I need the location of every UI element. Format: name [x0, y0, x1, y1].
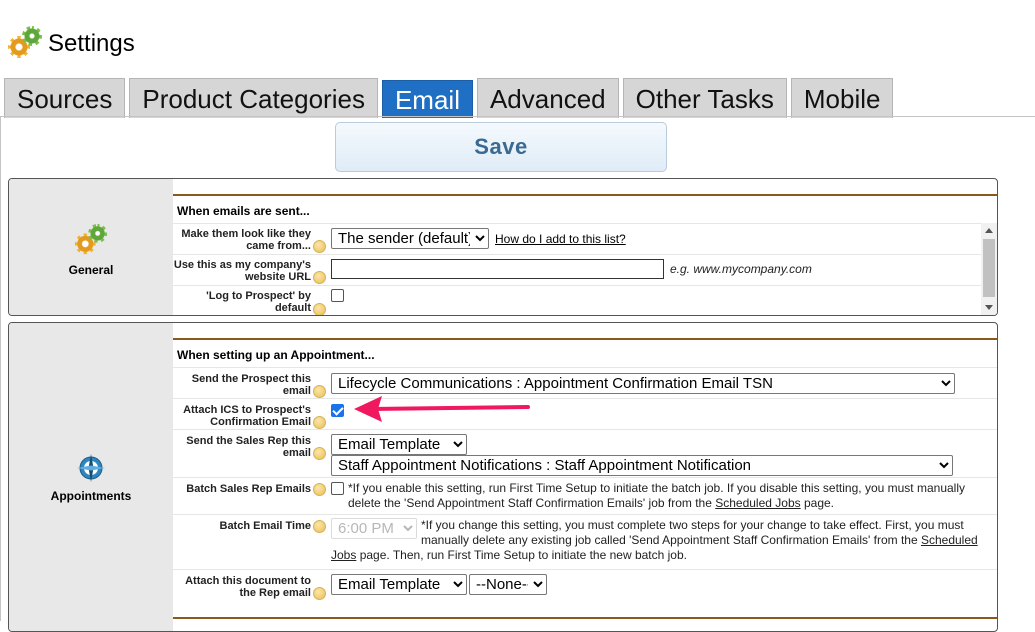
appointments-side: Appointments: [9, 323, 173, 631]
help-icon[interactable]: [313, 447, 326, 460]
appointments-panel: Appointments When setting up an Appointm…: [8, 322, 998, 632]
batch-emails-checkbox[interactable]: [331, 482, 344, 495]
batch-time-label: Batch Email Time: [219, 520, 312, 532]
page-title: Settings: [48, 30, 135, 57]
help-icon[interactable]: [313, 587, 326, 600]
url-label: Use this as my company's website URL: [173, 259, 311, 283]
tab-advanced[interactable]: Advanced: [476, 78, 619, 118]
help-icon[interactable]: [313, 520, 326, 533]
help-icon[interactable]: [313, 416, 326, 429]
attach-ics-label: Attach ICS to Prospect's Confirmation Em…: [183, 404, 311, 428]
send-prospect-row: Send the Prospect this email Lifecycle C…: [173, 367, 997, 398]
help-icon[interactable]: [313, 385, 326, 398]
general-scrollbar[interactable]: [981, 223, 997, 315]
batch-note: *If you enable this setting, run First T…: [348, 481, 965, 510]
section-rule: [173, 338, 997, 340]
appointments-label: Appointments: [50, 489, 132, 503]
section-title: When setting up an Appointment...: [177, 348, 375, 362]
url-example: e.g. www.mycompany.com: [670, 262, 812, 276]
attach-ics-checkbox[interactable]: [331, 404, 344, 417]
section-title: When emails are sent...: [177, 204, 310, 218]
batch-time-note: *If you change this setting, you must co…: [331, 518, 978, 562]
general-gears-icon: [73, 223, 109, 258]
send-prospect-label: Send the Prospect this email: [191, 373, 311, 397]
tab-product-categories[interactable]: Product Categories: [129, 78, 378, 118]
attach-doc-type-select[interactable]: Email Template: [331, 574, 467, 595]
send-rep-row: Send the Sales Rep this email Email Temp…: [173, 429, 997, 477]
sender-select[interactable]: The sender (default): [331, 228, 489, 249]
batch-time-row: Batch Email Time 6:00 PM *If you change …: [173, 514, 997, 569]
page-header: Settings: [6, 24, 135, 64]
tab-email[interactable]: Email: [381, 80, 473, 118]
help-icon[interactable]: [313, 483, 326, 496]
settings-gears-icon: [6, 26, 44, 62]
prospect-email-select[interactable]: Lifecycle Communications : Appointment C…: [331, 373, 955, 394]
scroll-thumb[interactable]: [983, 239, 995, 297]
batch-row: Batch Sales Rep Emails *If you enable th…: [173, 477, 997, 514]
attach-doc-select[interactable]: --None--: [469, 574, 547, 595]
rep-email-type-select[interactable]: Email Template: [331, 434, 467, 455]
section-rule: [173, 194, 997, 196]
batch-label: Batch Sales Rep Emails: [186, 483, 311, 495]
help-icon[interactable]: [313, 240, 326, 253]
compass-icon: [77, 454, 105, 482]
log-to-prospect-checkbox[interactable]: [331, 289, 344, 302]
add-to-list-link[interactable]: How do I add to this list?: [495, 232, 626, 246]
log-row: 'Log to Prospect' by default: [173, 285, 997, 315]
save-button[interactable]: Save: [335, 122, 667, 172]
help-icon[interactable]: [313, 303, 326, 315]
scroll-down-icon[interactable]: [985, 305, 993, 310]
scroll-up-icon[interactable]: [985, 228, 993, 233]
tab-divider: [0, 116, 1035, 117]
rep-email-select[interactable]: Staff Appointment Notifications : Staff …: [331, 455, 953, 476]
general-body: When emails are sent... Make them look l…: [173, 179, 997, 315]
appointments-body: When setting up an Appointment... Send t…: [173, 323, 997, 631]
tab-sources[interactable]: Sources: [4, 78, 126, 118]
batch-time-select[interactable]: 6:00 PM: [331, 518, 417, 539]
send-rep-label: Send the Sales Rep this email: [186, 435, 311, 459]
sender-label: Make them look like they came from...: [181, 228, 311, 252]
scheduled-jobs-link[interactable]: Scheduled Jobs: [715, 496, 800, 510]
url-row: Use this as my company's website URL e.g…: [173, 254, 997, 285]
log-label: 'Log to Prospect' by default: [206, 290, 311, 314]
content-border: [0, 116, 1, 621]
general-label: General: [68, 263, 114, 277]
attach-doc-row: Attach this document to the Rep email Em…: [173, 569, 997, 605]
tab-other-tasks[interactable]: Other Tasks: [622, 78, 787, 118]
annotation-arrow-icon: [354, 396, 530, 422]
help-icon[interactable]: [313, 271, 326, 284]
general-side: General: [9, 179, 173, 315]
website-url-input[interactable]: [331, 259, 664, 279]
section-rule: [173, 617, 997, 619]
settings-tabs: Sources Product Categories Email Advance…: [4, 78, 894, 118]
tab-mobile[interactable]: Mobile: [790, 78, 894, 118]
attach-ics-row: Attach ICS to Prospect's Confirmation Em…: [173, 398, 997, 429]
general-panel: General When emails are sent... Make the…: [8, 178, 998, 316]
sender-row: Make them look like they came from... Th…: [173, 223, 997, 254]
attach-doc-label: Attach this document to the Rep email: [185, 575, 311, 599]
